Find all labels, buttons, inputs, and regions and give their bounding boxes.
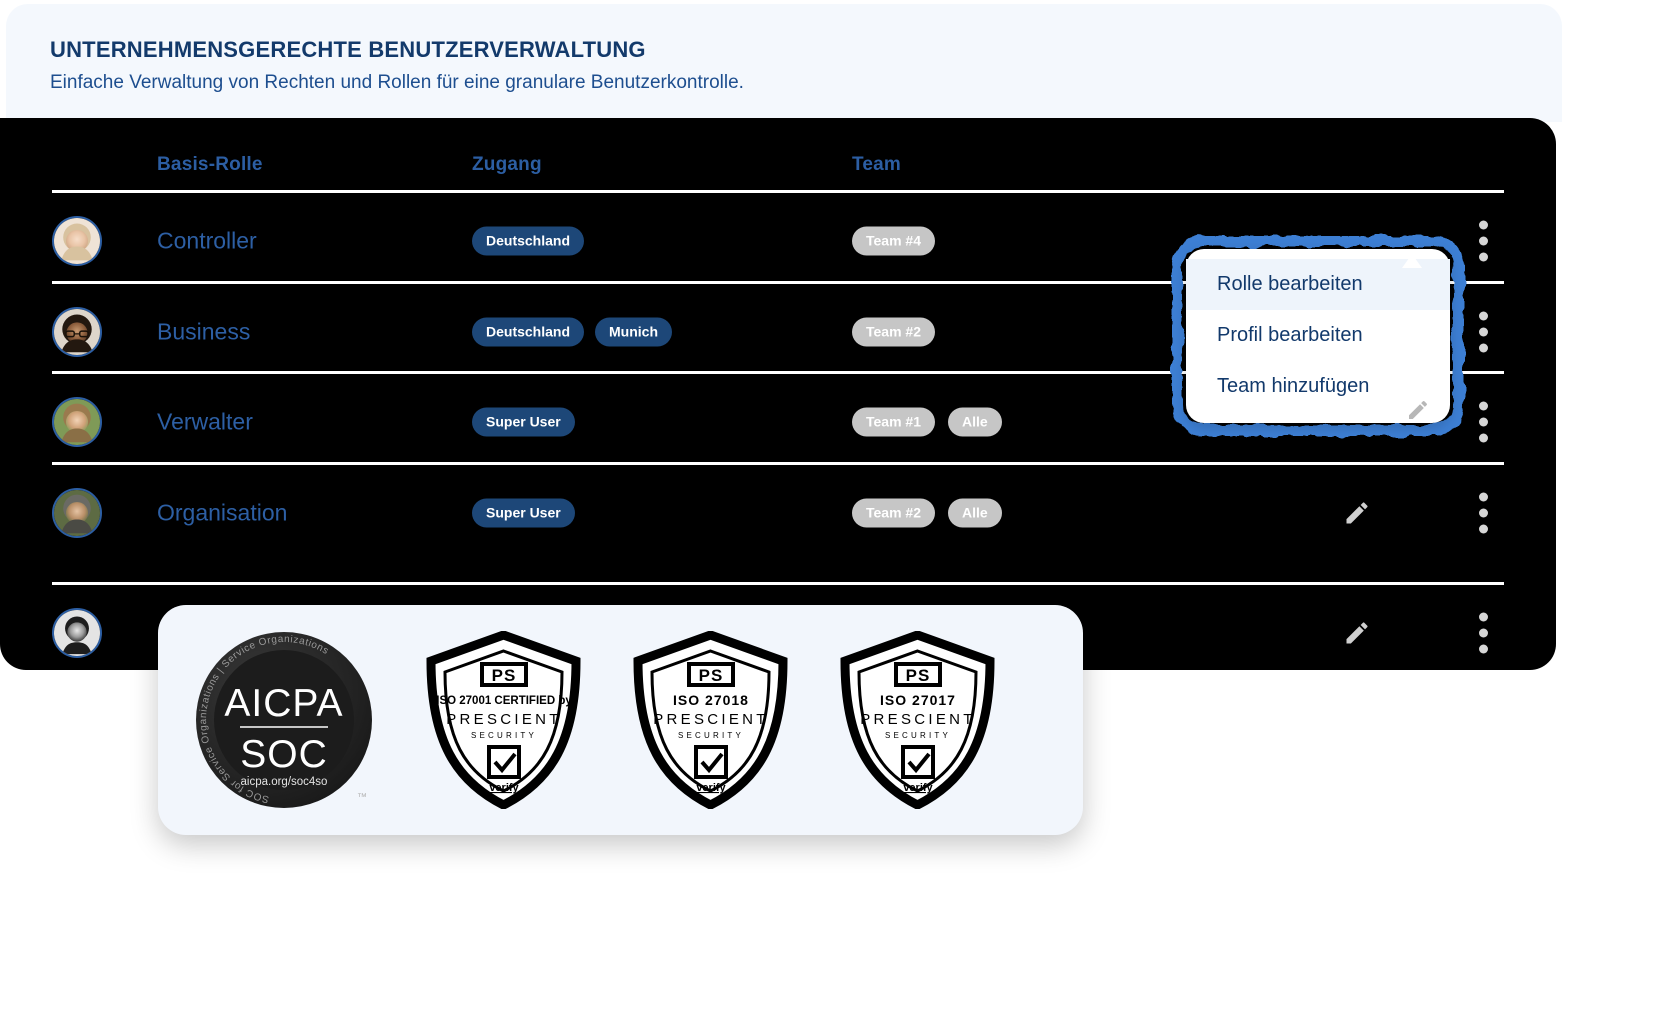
certification-card: AICPA SOC aicpa.org/soc4so SOC for Servi… <box>158 605 1083 835</box>
row-context-menu: Rolle bearbeiten Profil bearbeiten Team … <box>1172 236 1464 436</box>
team-badge[interactable]: Team #1 <box>852 407 935 437</box>
access-badge[interactable]: Super User <box>472 498 575 528</box>
team-badges: Team #2 Alle <box>852 498 1002 528</box>
row-menu-icon[interactable] <box>1479 311 1488 353</box>
brand-name: PRESCIENT <box>446 711 562 728</box>
access-badges: Super User <box>472 407 575 437</box>
iso-27018-shield-icon: PS ISO 27018 PRESCIENT SECURITY verify <box>633 630 788 811</box>
verify-label: verify <box>903 782 933 794</box>
row-menu-icon[interactable] <box>1479 612 1488 654</box>
brand-name: PRESCIENT <box>653 711 769 728</box>
table-divider <box>52 190 1504 193</box>
iso-27017-shield-icon: PS ISO 27017 PRESCIENT SECURITY verify <box>840 630 995 811</box>
avatar <box>52 216 102 266</box>
role-label: Organisation <box>157 499 288 526</box>
table-divider <box>52 582 1504 585</box>
role-label: Business <box>157 318 251 345</box>
team-badges: Team #1 Alle <box>852 407 1002 437</box>
access-badges: Super User <box>472 498 575 528</box>
iso-standard: ISO 27001 CERTIFIED by <box>436 695 572 707</box>
team-badges: Team #2 <box>852 317 935 347</box>
team-badges: Team #4 <box>852 226 935 256</box>
ps-mark: PS <box>906 666 931 685</box>
avatar <box>52 488 102 538</box>
aicpa-soc-badge-icon: AICPA SOC aicpa.org/soc4so SOC for Servi… <box>194 630 374 810</box>
column-header-team: Team <box>852 154 902 175</box>
aicpa-url: aicpa.org/soc4so <box>241 776 328 788</box>
brand-name: PRESCIENT <box>860 711 976 728</box>
role-label: Controller <box>157 227 257 254</box>
screenshot-root: UNTERNEHMENSGERECHTE BENUTZERVERWALTUNG … <box>0 0 1664 1017</box>
iso-standard: ISO 27017 <box>880 692 956 708</box>
page-subtitle: Einfache Verwaltung von Rechten und Roll… <box>50 72 744 94</box>
access-badge[interactable]: Deutschland <box>472 317 585 347</box>
access-badges: Deutschland Munich <box>472 317 673 347</box>
avatar <box>52 307 102 357</box>
brand-sub: SECURITY <box>471 731 537 740</box>
access-badges: Deutschland <box>472 226 585 256</box>
header-card: UNTERNEHMENSGERECHTE BENUTZERVERWALTUNG … <box>6 4 1562 122</box>
row-menu-icon[interactable] <box>1479 492 1488 534</box>
team-badge[interactable]: Team #2 <box>852 498 935 528</box>
row-menu-icon[interactable] <box>1479 401 1488 443</box>
aicpa-line2: SOC <box>240 733 328 776</box>
page-title: UNTERNEHMENSGERECHTE BENUTZERVERWALTUNG <box>50 37 646 62</box>
edit-pencil-icon[interactable] <box>1343 499 1371 527</box>
column-header-role: Basis-Rolle <box>157 154 263 175</box>
team-badge[interactable]: Team #2 <box>852 317 935 347</box>
table-header-row: Basis-Rolle Zugang Team <box>0 118 1556 194</box>
context-menu-panel: Rolle bearbeiten Profil bearbeiten Team … <box>1186 249 1450 423</box>
ps-mark: PS <box>492 666 517 685</box>
iso-standard: ISO 27018 <box>673 692 749 708</box>
menu-item-edit-profile[interactable]: Profil bearbeiten <box>1186 310 1450 361</box>
team-badge[interactable]: Alle <box>948 407 1002 437</box>
aicpa-line1: AICPA <box>224 682 343 725</box>
team-badge[interactable]: Team #4 <box>852 226 935 256</box>
edit-pencil-icon[interactable] <box>1406 398 1430 422</box>
table-row[interactable]: Organisation Super User Team #2 Alle <box>0 468 1556 558</box>
team-badge[interactable]: Alle <box>948 498 1002 528</box>
verify-label: verify <box>696 782 726 794</box>
access-badge[interactable]: Super User <box>472 407 575 437</box>
role-label: Verwalter <box>157 408 253 435</box>
avatar <box>52 608 102 658</box>
brand-sub: SECURITY <box>885 731 951 740</box>
brand-sub: SECURITY <box>678 731 744 740</box>
iso-27001-shield-icon: PS ISO 27001 CERTIFIED by PRESCIENT SECU… <box>426 630 581 811</box>
aicpa-tm: ™ <box>357 792 367 803</box>
row-menu-icon[interactable] <box>1479 220 1488 262</box>
verify-label: verify <box>489 782 519 794</box>
avatar <box>52 397 102 447</box>
access-badge[interactable]: Munich <box>595 317 673 347</box>
edit-pencil-icon[interactable] <box>1343 619 1371 647</box>
column-header-access: Zugang <box>472 154 542 175</box>
access-badge[interactable]: Deutschland <box>472 226 585 256</box>
ps-mark: PS <box>699 666 724 685</box>
